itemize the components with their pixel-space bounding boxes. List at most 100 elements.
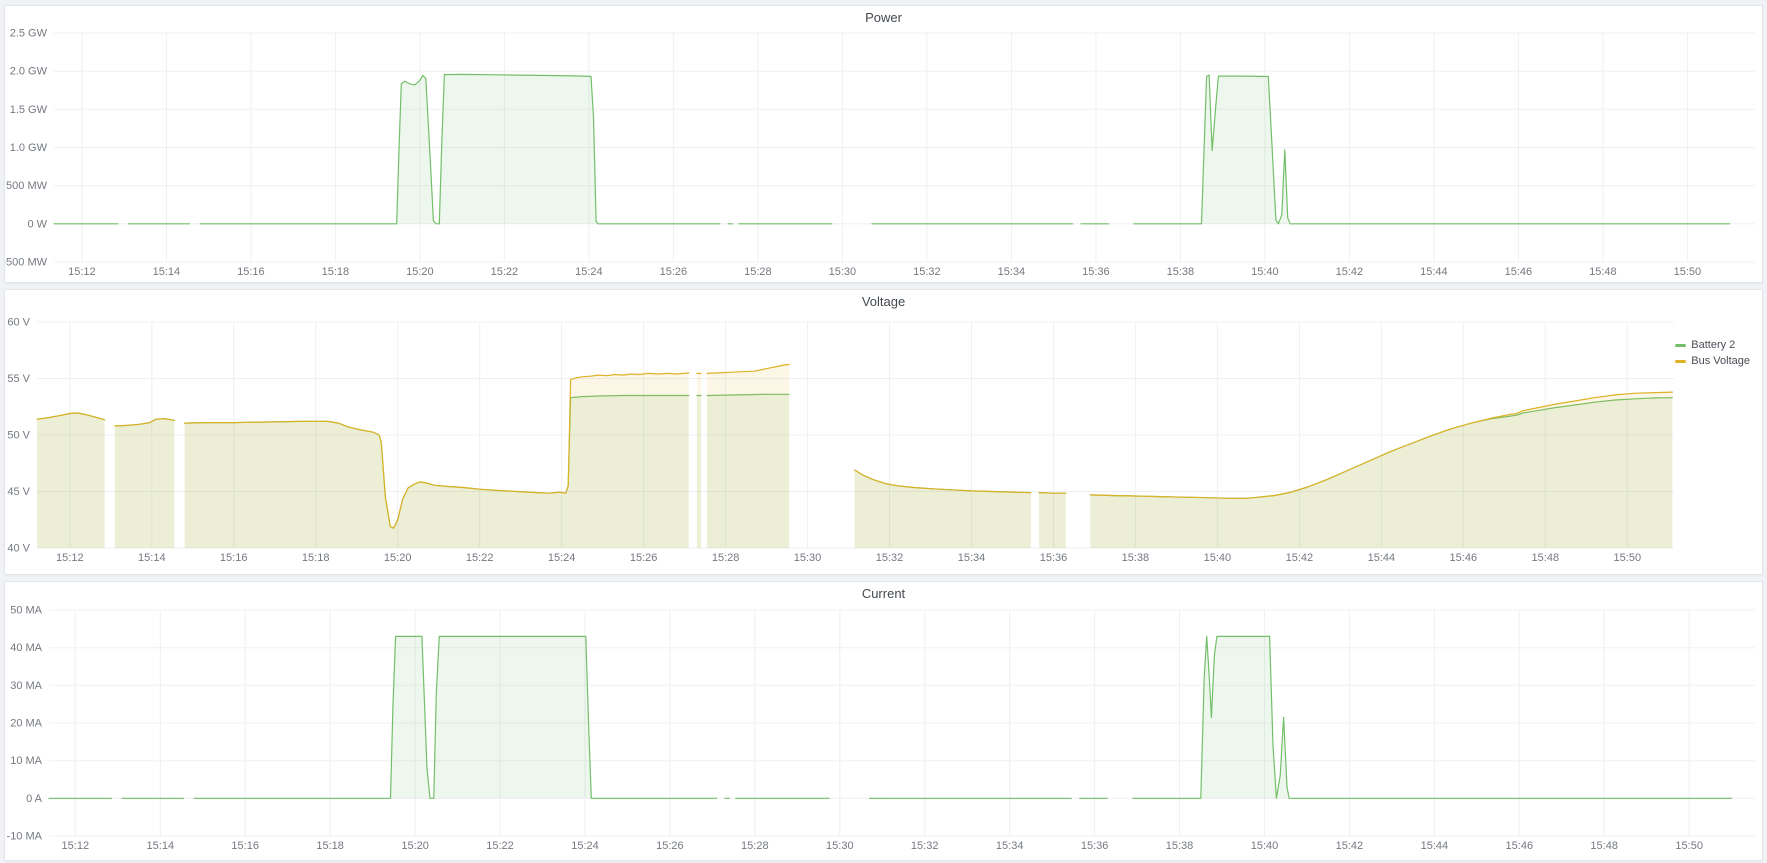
svg-text:15:34: 15:34 (996, 840, 1024, 852)
svg-text:50 MA: 50 MA (10, 605, 42, 617)
svg-text:30 MA: 30 MA (10, 680, 42, 692)
series-line-power (54, 74, 1730, 223)
svg-text:15:14: 15:14 (153, 266, 181, 278)
svg-text:15:50: 15:50 (1675, 840, 1703, 852)
svg-text:15:46: 15:46 (1506, 840, 1534, 852)
svg-text:15:36: 15:36 (1040, 552, 1068, 564)
svg-text:15:42: 15:42 (1336, 266, 1364, 278)
svg-text:15:18: 15:18 (302, 552, 330, 564)
panel-voltage: Voltage 15:1215:1415:1615:1815:2015:2215… (4, 289, 1763, 575)
svg-text:15:16: 15:16 (231, 840, 259, 852)
svg-text:15:46: 15:46 (1505, 266, 1533, 278)
svg-text:15:48: 15:48 (1590, 840, 1618, 852)
svg-text:15:50: 15:50 (1614, 552, 1642, 564)
svg-text:15:32: 15:32 (911, 840, 939, 852)
svg-text:1.5 GW: 1.5 GW (10, 104, 48, 116)
svg-text:15:34: 15:34 (998, 266, 1026, 278)
svg-text:15:24: 15:24 (571, 840, 599, 852)
svg-text:15:40: 15:40 (1251, 840, 1279, 852)
svg-text:40 V: 40 V (7, 543, 30, 555)
svg-text:20 MA: 20 MA (10, 718, 42, 730)
svg-text:15:22: 15:22 (486, 840, 514, 852)
x-axis-labels: 15:1215:1415:1615:1815:2015:2215:2415:26… (62, 840, 1703, 852)
svg-text:15:22: 15:22 (491, 266, 519, 278)
svg-text:15:12: 15:12 (68, 266, 96, 278)
x-axis-labels: 15:1215:1415:1615:1815:2015:2215:2415:26… (68, 266, 1701, 278)
series-area-power (54, 74, 1730, 223)
svg-text:15:34: 15:34 (958, 552, 986, 564)
legend-item-battery-2[interactable]: Battery 2 (1675, 338, 1750, 352)
svg-text:15:38: 15:38 (1167, 266, 1195, 278)
panel-power: Power 15:1215:1415:1615:1815:2015:2215:2… (4, 5, 1763, 283)
legend-item-bus-voltage[interactable]: Bus Voltage (1675, 354, 1750, 368)
svg-text:15:26: 15:26 (630, 552, 658, 564)
svg-text:15:28: 15:28 (712, 552, 740, 564)
x-axis-labels: 15:12 15:14 15:16 15:18 15:20 15:22 15:24 15:26… (56, 552, 1641, 564)
svg-text:15:36: 15:36 (1081, 840, 1109, 852)
series-area-bus-voltage (37, 364, 1672, 548)
voltage-chart[interactable]: 15:12 15:14 15:16 15:18 15:20 15:22 15:24 15:26… (5, 312, 1762, 574)
svg-text:-500 MW: -500 MW (5, 257, 48, 269)
svg-text:15:40: 15:40 (1251, 266, 1279, 278)
svg-text:15:26: 15:26 (656, 840, 684, 852)
power-chart[interactable]: 15:1215:1415:1615:1815:2015:2215:2415:26… (5, 28, 1762, 282)
svg-text:2.5 GW: 2.5 GW (10, 28, 48, 40)
svg-text:15:20: 15:20 (384, 552, 412, 564)
panel-current: Current 15:1215:1415:1615:1815:2015:2215… (4, 581, 1763, 861)
svg-text:60 V: 60 V (7, 317, 30, 329)
y-axis-labels: 50 MA40 MA30 MA20 MA10 MA0 A-10 MA (7, 605, 43, 843)
legend-color-dash (1675, 344, 1686, 347)
svg-text:10 MA: 10 MA (10, 755, 42, 767)
svg-text:15:14: 15:14 (147, 840, 175, 852)
svg-text:15:50: 15:50 (1674, 266, 1702, 278)
svg-text:15:30: 15:30 (829, 266, 857, 278)
gridlines (54, 33, 1755, 262)
svg-text:500 MW: 500 MW (6, 180, 48, 192)
svg-text:15:42: 15:42 (1286, 552, 1314, 564)
svg-text:15:44: 15:44 (1421, 840, 1449, 852)
gridlines (49, 610, 1755, 836)
svg-text:15:38: 15:38 (1122, 552, 1150, 564)
legend-label: Bus Voltage (1691, 354, 1750, 368)
series-line-current (49, 636, 1732, 798)
svg-text:15:28: 15:28 (741, 840, 769, 852)
panel-title-current[interactable]: Current (5, 582, 1762, 604)
svg-text:1.0 GW: 1.0 GW (10, 142, 48, 154)
svg-text:15:46: 15:46 (1450, 552, 1478, 564)
svg-text:15:32: 15:32 (876, 552, 904, 564)
svg-text:15:16: 15:16 (220, 552, 248, 564)
svg-text:0 A: 0 A (26, 793, 43, 805)
svg-text:55 V: 55 V (7, 373, 30, 385)
svg-text:15:42: 15:42 (1336, 840, 1364, 852)
svg-text:15:44: 15:44 (1368, 552, 1396, 564)
svg-text:2.0 GW: 2.0 GW (10, 66, 48, 78)
svg-text:15:26: 15:26 (660, 266, 688, 278)
svg-text:15:36: 15:36 (1082, 266, 1110, 278)
svg-text:15:30: 15:30 (826, 840, 854, 852)
svg-text:15:28: 15:28 (744, 266, 772, 278)
svg-text:15:24: 15:24 (575, 266, 603, 278)
svg-text:15:32: 15:32 (913, 266, 941, 278)
voltage-legend: Battery 2 Bus Voltage (1675, 338, 1750, 368)
series-area-current (49, 636, 1732, 798)
svg-text:-10 MA: -10 MA (7, 831, 43, 843)
svg-text:45 V: 45 V (7, 486, 30, 498)
svg-text:15:24: 15:24 (548, 552, 576, 564)
svg-text:15:12: 15:12 (62, 840, 90, 852)
svg-text:15:12: 15:12 (56, 552, 84, 564)
svg-text:15:22: 15:22 (466, 552, 494, 564)
svg-text:50 V: 50 V (7, 430, 30, 442)
svg-text:15:16: 15:16 (237, 266, 265, 278)
panel-title-voltage[interactable]: Voltage (5, 290, 1762, 312)
svg-text:15:40: 15:40 (1204, 552, 1232, 564)
svg-text:15:30: 15:30 (794, 552, 822, 564)
svg-text:15:20: 15:20 (406, 266, 434, 278)
svg-text:15:38: 15:38 (1166, 840, 1194, 852)
svg-text:15:48: 15:48 (1532, 552, 1560, 564)
svg-text:0 W: 0 W (27, 218, 47, 230)
svg-text:15:14: 15:14 (138, 552, 166, 564)
svg-text:15:44: 15:44 (1420, 266, 1448, 278)
current-chart[interactable]: 15:1215:1415:1615:1815:2015:2215:2415:26… (5, 604, 1762, 860)
y-axis-labels: 2.5 GW 2.0 GW 1.5 GW 1.0 GW 500 MW 0 W -500 MW (5, 28, 48, 269)
panel-title-power[interactable]: Power (5, 6, 1762, 28)
